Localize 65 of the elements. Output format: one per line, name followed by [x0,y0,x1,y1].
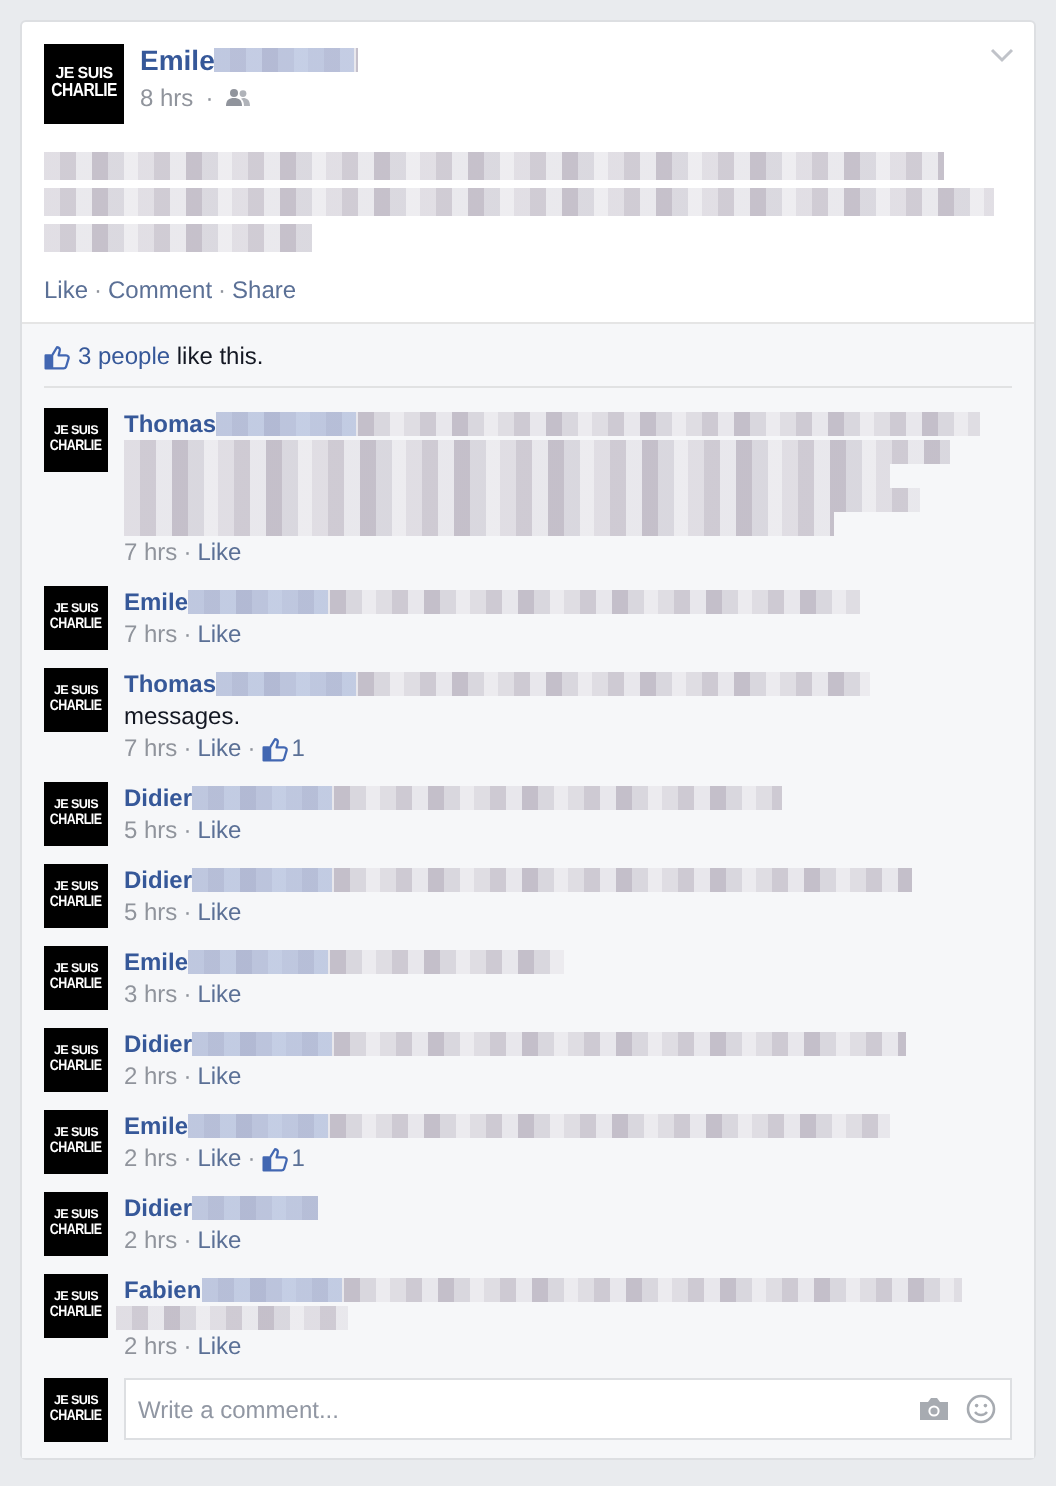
separator: · [183,618,192,650]
friends-icon [225,88,250,108]
thumbs-up-icon [261,1145,288,1171]
separator: · [183,896,192,928]
blurred-text [192,1196,319,1220]
separator: · [183,1224,192,1256]
author-link[interactable]: Emile [124,946,189,978]
separator: · [183,1060,192,1092]
separator: · [183,1142,192,1174]
chevron-down-icon[interactable] [990,48,1014,64]
comment-time[interactable]: 2 hrs [124,1060,178,1092]
author-link[interactable]: Emile [124,586,189,618]
author-link[interactable]: Didier [124,864,193,896]
thumbs-up-icon [44,343,70,369]
author-link[interactable]: Thomas [124,408,217,440]
comment-time[interactable]: 3 hrs [124,978,178,1010]
comment-time[interactable]: 5 hrs [124,814,178,846]
smiley-icon[interactable] [966,1394,996,1424]
post-action-link[interactable]: Like [44,276,89,304]
separator: · [183,814,192,846]
comment-text: messages. [124,700,241,732]
separator: · [183,732,192,764]
comment-time[interactable]: 7 hrs [124,732,178,764]
like-link[interactable]: Like [197,1330,242,1362]
separator: · [205,84,214,112]
comment-time[interactable]: 2 hrs [124,1330,178,1362]
author-link[interactable]: Didier [124,1028,193,1060]
like-count[interactable]: 1 [291,1142,305,1174]
separator: · [94,276,103,304]
thumbs-up-icon [261,735,288,761]
camera-icon[interactable] [918,1396,950,1422]
comment-time[interactable]: 2 hrs [124,1224,178,1256]
author-link[interactable]: Didier [124,1192,193,1224]
separator: · [247,1142,256,1174]
post-action-link[interactable]: Share [232,276,297,304]
people-link[interactable]: 3 people [78,342,171,370]
separator: · [183,1330,192,1362]
author-link[interactable]: Emile [140,44,215,76]
like-link[interactable]: Like [197,618,242,650]
like-count[interactable]: 1 [291,732,305,764]
likes-summary: 3 people like this. [78,342,264,370]
like-link[interactable]: Like [197,814,242,846]
like-link[interactable]: Like [197,1060,242,1092]
comment-time[interactable]: 2 hrs [124,1142,178,1174]
author-link[interactable]: Fabien [124,1274,202,1306]
author-link[interactable]: Thomas [124,668,217,700]
comment-time[interactable]: 7 hrs [124,536,178,568]
comment-time[interactable]: 5 hrs [124,896,178,928]
post-time[interactable]: 8 hrs [140,84,194,112]
avatar-logo: JE SUIS CHARLIE [44,44,124,124]
author-link[interactable]: Didier [124,782,193,814]
separator: · [218,276,227,304]
like-link[interactable]: Like [197,896,242,928]
separator: · [183,536,192,568]
post-action-link[interactable]: Comment [108,276,213,304]
separator: · [183,978,192,1010]
like-link[interactable]: Like [197,978,242,1010]
like-link[interactable]: Like [197,536,242,568]
separator: · [247,732,256,764]
like-link[interactable]: Like [197,732,242,764]
like-link[interactable]: Like [197,1224,242,1256]
comment-input[interactable]: Write a comment... [124,1378,1012,1440]
comment-time[interactable]: 7 hrs [124,618,178,650]
author-link[interactable]: Emile [124,1110,189,1142]
like-link[interactable]: Like [197,1142,242,1174]
